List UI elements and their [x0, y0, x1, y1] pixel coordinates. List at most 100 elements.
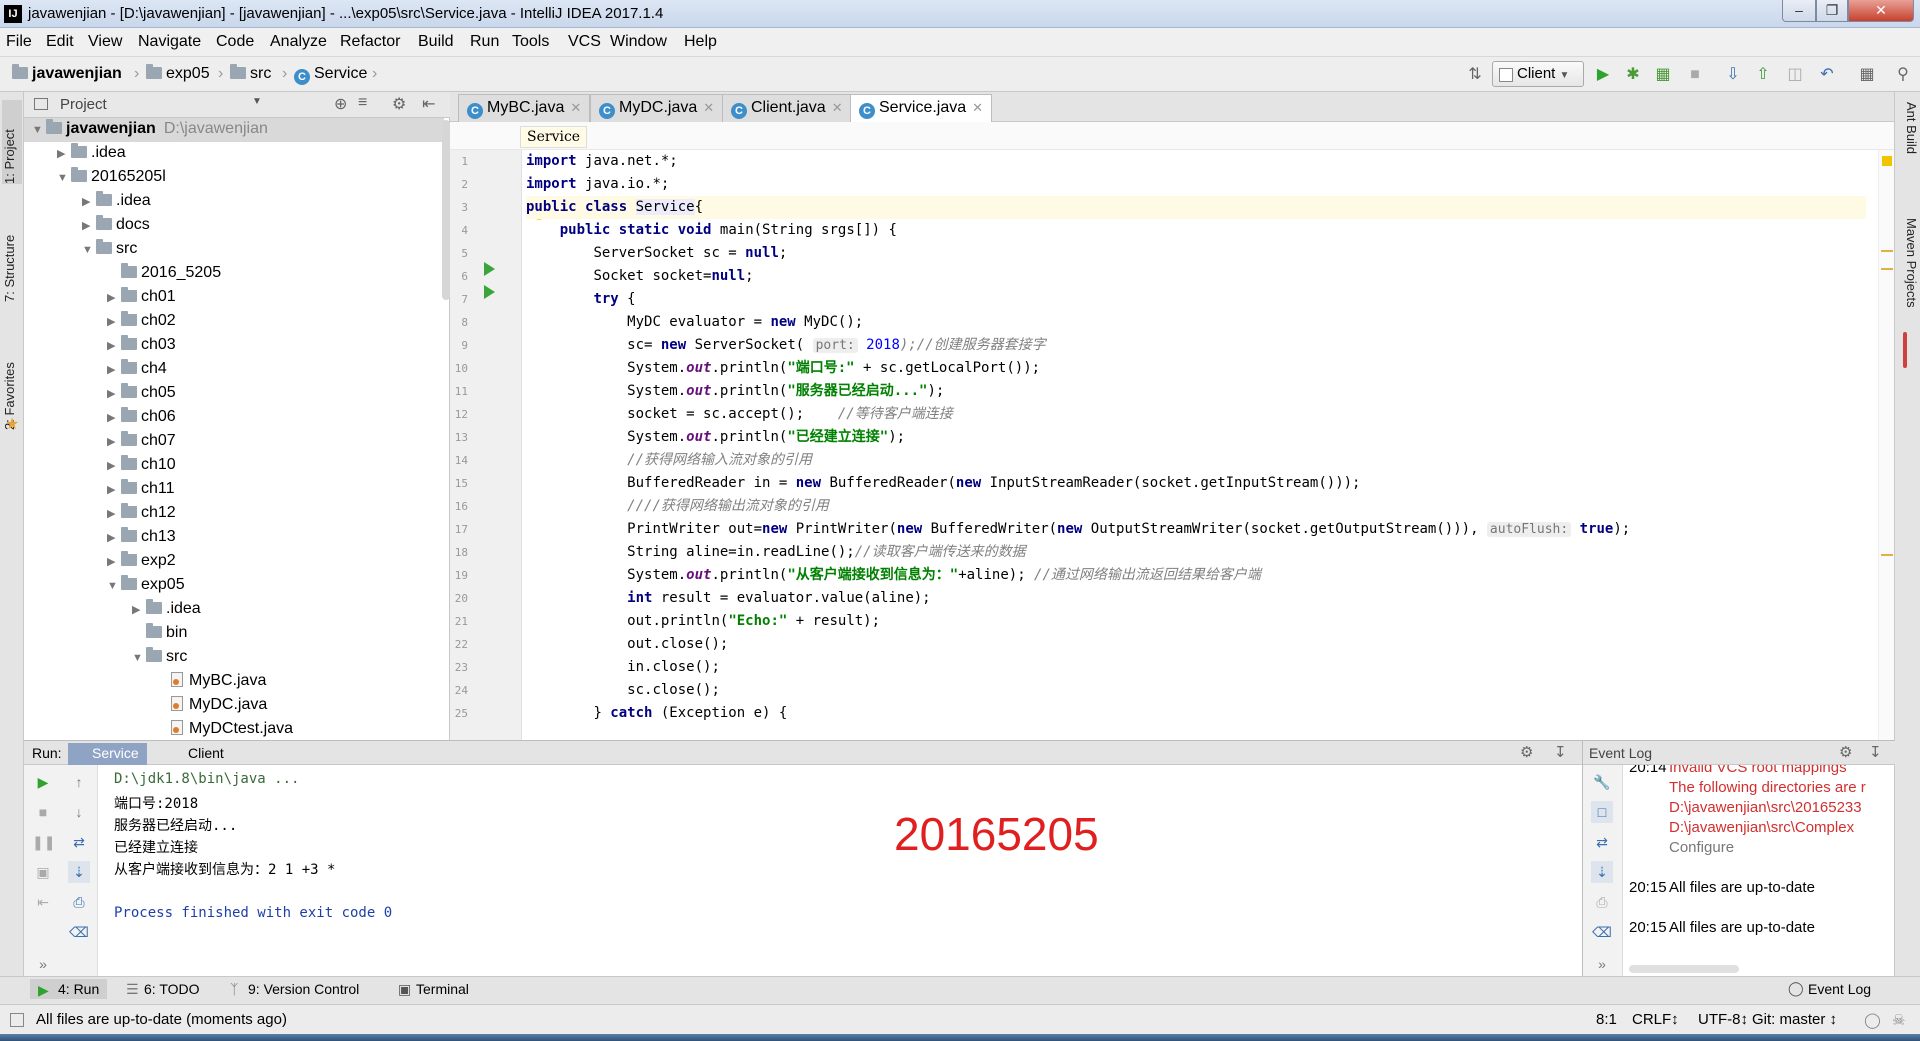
close-button[interactable]: ✕: [1848, 0, 1914, 22]
event-configure-link[interactable]: Configure: [1669, 839, 1734, 856]
warning-marker[interactable]: [1882, 156, 1892, 166]
menu-view[interactable]: View: [88, 33, 122, 51]
gear-icon[interactable]: ⚙: [392, 94, 406, 114]
tree-item-folder[interactable]: ▼ src: [24, 238, 444, 262]
menu-code[interactable]: Code: [216, 33, 254, 51]
chevron-right-icon[interactable]: ▶: [107, 287, 121, 309]
tree-item-folder[interactable]: ▶ .idea: [24, 142, 444, 166]
trash-icon[interactable]: ⌫: [1591, 921, 1613, 943]
menu-run[interactable]: Run: [470, 33, 499, 51]
chevron-down-icon[interactable]: ▼: [82, 239, 96, 261]
tool-tab-terminal[interactable]: ▣ Terminal: [396, 981, 469, 997]
chevron-right-icon[interactable]: ▶: [132, 599, 146, 621]
run-icon[interactable]: ▶: [1592, 64, 1614, 86]
chevron-right-icon[interactable]: ▶: [82, 191, 96, 213]
tab-mybc[interactable]: C MyBC.java ✕: [458, 94, 591, 122]
run-tab-client[interactable]: Client: [164, 743, 232, 765]
menu-file[interactable]: File: [6, 33, 32, 51]
git-branch[interactable]: Git: master ↕: [1752, 1011, 1837, 1028]
tree-item-folder[interactable]: ▼ exp05: [24, 574, 444, 598]
more-icon[interactable]: »: [1591, 953, 1613, 975]
chevron-right-icon[interactable]: ▶: [107, 551, 121, 573]
breadcrumb-service[interactable]: C Service: [294, 65, 367, 85]
tree-item-folder[interactable]: ▶ ch4: [24, 358, 444, 382]
search-icon[interactable]: ⚲: [1892, 64, 1914, 86]
vcs-compare-icon[interactable]: ◫: [1784, 64, 1806, 86]
revert-icon[interactable]: ↶: [1816, 64, 1838, 86]
menu-edit[interactable]: Edit: [46, 33, 74, 51]
tree-item-folder[interactable]: ▼ javawenjian D:\javawenjian: [24, 118, 444, 142]
tab-client[interactable]: C Client.java ✕: [722, 94, 852, 122]
tree-item-folder[interactable]: ▶ ch03: [24, 334, 444, 358]
balloon-icon[interactable]: □: [1591, 801, 1613, 823]
project-structure-icon[interactable]: ▦: [1856, 64, 1878, 86]
warning-marker[interactable]: [1881, 250, 1893, 252]
chevron-right-icon[interactable]: ▶: [107, 335, 121, 357]
chevron-right-icon[interactable]: ▶: [107, 407, 121, 429]
collapse-all-icon[interactable]: ≡: [358, 94, 367, 112]
tree-item-folder[interactable]: ▶ ch11: [24, 478, 444, 502]
tree-item-folder[interactable]: ▶ ch01: [24, 286, 444, 310]
breadcrumb-exp05[interactable]: exp05: [146, 64, 210, 83]
close-icon[interactable]: ✕: [972, 100, 983, 115]
gear-icon[interactable]: ⚙: [1520, 743, 1533, 761]
menu-navigate[interactable]: Navigate: [138, 33, 201, 51]
tree-item-folder[interactable]: ▶ ch06: [24, 406, 444, 430]
tool-window-toggle-icon[interactable]: [10, 1013, 24, 1027]
project-panel-title[interactable]: Project: [60, 96, 107, 113]
tool-tab-structure[interactable]: 7: Structure: [2, 212, 22, 302]
tree-item-file[interactable]: MyBC.java: [24, 670, 444, 694]
warning-marker[interactable]: [1881, 268, 1893, 270]
chevron-right-icon[interactable]: ▶: [82, 215, 96, 237]
editor-error-stripe[interactable]: [1878, 150, 1894, 740]
chevron-right-icon[interactable]: ▶: [107, 311, 121, 333]
chevron-down-icon[interactable]: ▼: [107, 575, 121, 597]
run-console[interactable]: D:\jdk1.8\bin\java ... 端口号:2018 服务器已经启动.…: [24, 765, 1582, 977]
soft-wrap-icon[interactable]: ⇄: [1591, 831, 1613, 853]
hide-panel-icon[interactable]: ↧: [1554, 743, 1567, 761]
chevron-down-icon[interactable]: ▼: [132, 647, 146, 669]
chevron-down-icon[interactable]: ▼: [32, 119, 46, 141]
tree-item-folder[interactable]: ▼ 20165205l: [24, 166, 444, 190]
chevron-right-icon[interactable]: ▶: [107, 359, 121, 381]
tree-item-folder[interactable]: ▼ src: [24, 646, 444, 670]
stop-icon[interactable]: ■: [1684, 64, 1706, 86]
tree-item-folder[interactable]: ▶ exp2: [24, 550, 444, 574]
tree-item-folder[interactable]: ▶ ch02: [24, 310, 444, 334]
tool-tab-run[interactable]: ▶ 4: Run: [30, 979, 108, 999]
menu-tools[interactable]: Tools: [512, 33, 549, 51]
tab-service[interactable]: C Service.java ✕: [850, 94, 993, 123]
status-message[interactable]: All files are up-to-date (moments ago): [36, 1011, 287, 1028]
tool-tab-maven-projects[interactable]: Maven Projects: [1899, 218, 1919, 328]
vcs-update-icon[interactable]: ⇩: [1722, 64, 1744, 86]
print-icon[interactable]: ⎙: [1591, 891, 1613, 913]
tree-item-file[interactable]: MyDCtest.java: [24, 718, 444, 740]
tree-item-folder[interactable]: ▶ docs: [24, 214, 444, 238]
build-icon[interactable]: ⇅: [1464, 64, 1486, 86]
close-icon[interactable]: ✕: [703, 100, 714, 115]
tree-item-folder[interactable]: ▶ ch13: [24, 526, 444, 550]
chevron-right-icon[interactable]: ▶: [107, 503, 121, 525]
menu-vcs[interactable]: VCS: [568, 33, 601, 51]
close-icon[interactable]: ✕: [832, 100, 843, 115]
hide-panel-icon[interactable]: ⇤: [422, 94, 435, 114]
gear-icon[interactable]: ⚙: [1839, 743, 1852, 761]
warning-marker[interactable]: [1881, 554, 1893, 556]
menu-refactor[interactable]: Refactor: [340, 33, 400, 51]
coverage-icon[interactable]: ▦: [1652, 64, 1674, 86]
tool-tab-todo[interactable]: ☰ 6: TODO: [124, 981, 200, 997]
tree-item-folder[interactable]: bin: [24, 622, 444, 646]
hide-panel-icon[interactable]: ↧: [1869, 743, 1882, 761]
run-config-select[interactable]: Client ▼: [1492, 61, 1584, 87]
run-tab-service[interactable]: Service: [68, 743, 147, 765]
locate-icon[interactable]: ⊕: [334, 94, 347, 114]
tree-item-folder[interactable]: ▶ .idea: [24, 598, 444, 622]
breadcrumb-src[interactable]: src: [230, 64, 271, 83]
tool-tab-project[interactable]: 1: Project: [2, 100, 22, 184]
chevron-right-icon[interactable]: ▶: [57, 143, 71, 165]
breadcrumb-project[interactable]: javawenjian: [12, 64, 122, 83]
tool-tab-event-log[interactable]: ◯ Event Log: [1788, 980, 1871, 997]
line-separator[interactable]: CRLF↕: [1632, 1011, 1679, 1028]
menu-analyze[interactable]: Analyze: [270, 33, 327, 51]
tree-item-folder[interactable]: ▶ .idea: [24, 190, 444, 214]
